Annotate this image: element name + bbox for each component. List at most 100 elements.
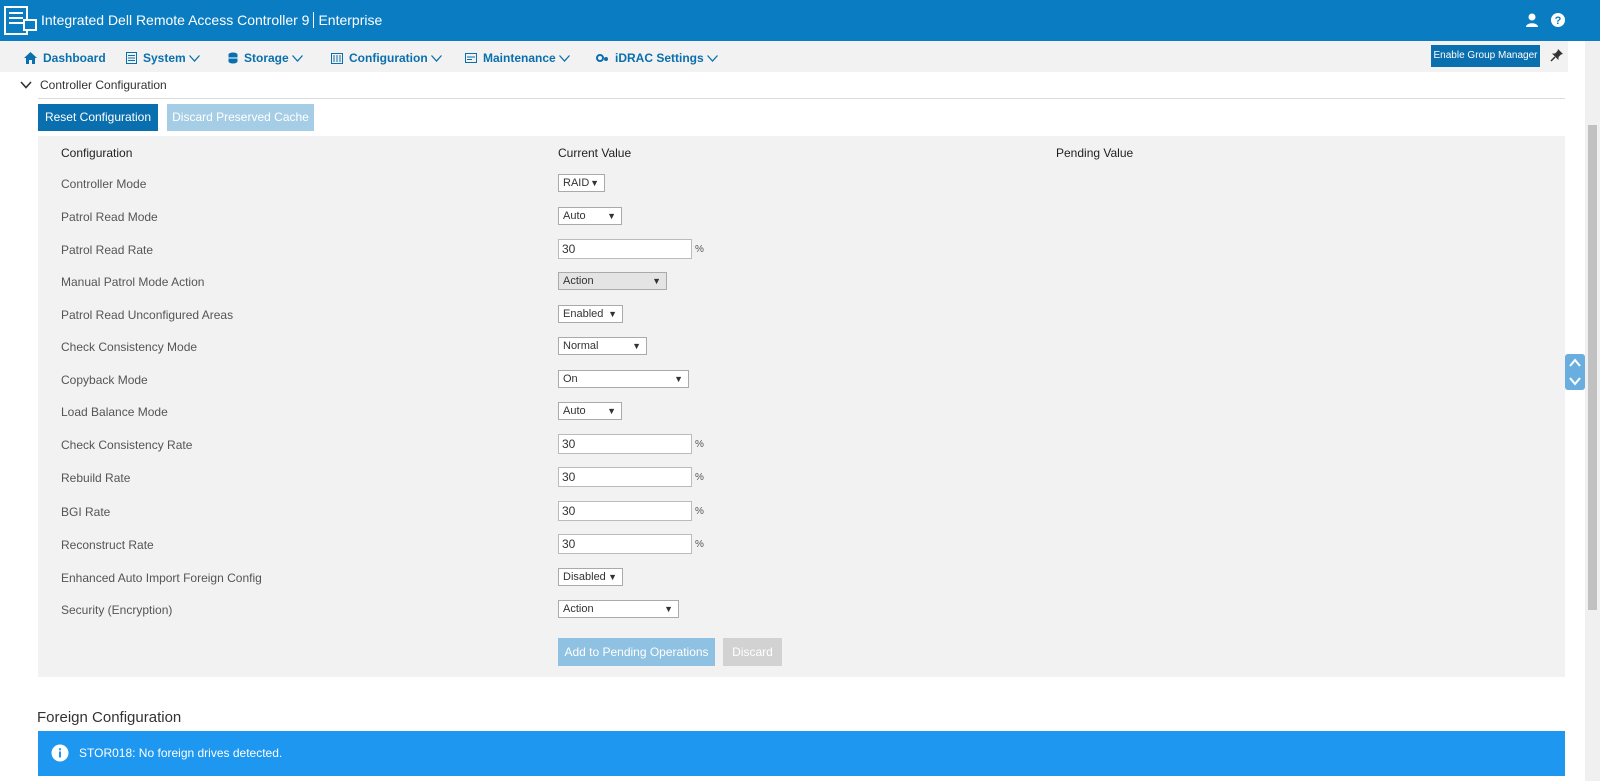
percent-unit: % — [695, 506, 704, 517]
label-rebuild-rate: Rebuild Rate — [61, 471, 131, 485]
nav-storage-label: Storage — [244, 51, 289, 65]
nav-maintenance-label: Maintenance — [483, 51, 556, 65]
nav-dashboard[interactable]: Dashboard — [24, 51, 106, 65]
maintenance-icon — [465, 53, 477, 63]
app-title: Integrated Dell Remote Access Controller… — [41, 12, 382, 28]
rebuild-rate-input[interactable]: 30 — [558, 467, 692, 487]
dropdown-arrow-icon: ▼ — [607, 406, 616, 416]
enhanced-auto-import-value: Disabled — [563, 571, 606, 583]
config-icon — [331, 52, 343, 64]
scroll-down-icon[interactable] — [1569, 376, 1581, 386]
label-reconstruct-rate: Reconstruct Rate — [61, 538, 154, 552]
controller-config-title: Controller Configuration — [40, 78, 167, 92]
product-name: Integrated Dell Remote Access Controller… — [41, 12, 310, 28]
controller-mode-value: RAID — [563, 177, 590, 189]
help-icon[interactable]: ? — [1550, 12, 1566, 28]
dropdown-arrow-icon: ▼ — [674, 374, 683, 384]
product-edition: Enterprise — [318, 12, 383, 28]
chevron-down-icon — [430, 54, 442, 62]
database-icon — [228, 52, 238, 64]
label-check-consistency-mode: Check Consistency Mode — [61, 340, 198, 354]
label-security-encryption: Security (Encryption) — [61, 603, 173, 617]
percent-unit: % — [695, 472, 704, 483]
label-bgi-rate: BGI Rate — [61, 505, 111, 519]
user-icon[interactable] — [1524, 12, 1540, 28]
page-scroll-widget[interactable] — [1565, 354, 1585, 390]
label-check-consistency-rate: Check Consistency Rate — [61, 438, 193, 452]
title-separator — [313, 12, 315, 28]
label-patrol-read-rate: Patrol Read Rate — [61, 243, 154, 257]
info-icon — [51, 744, 69, 762]
pin-icon[interactable] — [1550, 48, 1564, 62]
bgi-rate-input[interactable]: 30 — [558, 501, 692, 521]
copyback-mode-value: On — [563, 373, 578, 385]
percent-unit: % — [695, 539, 704, 550]
column-header-configuration: Configuration — [61, 146, 133, 160]
add-to-pending-operations-button[interactable]: Add to Pending Operations — [558, 638, 715, 666]
section-divider — [38, 98, 1565, 99]
security-encryption-value: Action — [563, 603, 594, 615]
check-consistency-mode-select[interactable]: Normal ▼ — [558, 337, 647, 355]
patrol-read-unconfigured-areas-select[interactable]: Enabled ▼ — [558, 305, 623, 323]
dropdown-arrow-icon: ▼ — [590, 178, 599, 188]
patrol-read-unconfigured-areas-value: Enabled — [563, 308, 604, 320]
chevron-down-icon — [291, 54, 303, 62]
label-enhanced-auto-import-foreign-config: Enhanced Auto Import Foreign Config — [61, 571, 262, 585]
foreign-config-title: Foreign Configuration — [37, 709, 182, 726]
percent-unit: % — [695, 439, 704, 450]
controller-mode-select[interactable]: RAID ▼ — [558, 174, 605, 192]
server-icon — [126, 52, 137, 64]
dropdown-arrow-icon: ▼ — [652, 276, 661, 286]
column-header-pending-value: Pending Value — [1056, 146, 1134, 160]
percent-unit: % — [695, 244, 704, 255]
patrol-read-mode-select[interactable]: Auto ▼ — [558, 207, 622, 225]
top-header-bar: Integrated Dell Remote Access Controller… — [0, 0, 1600, 41]
reset-configuration-button[interactable]: Reset Configuration — [38, 104, 158, 131]
patrol-read-mode-value: Auto — [563, 210, 586, 222]
check-consistency-rate-input[interactable]: 30 — [558, 434, 692, 454]
label-patrol-read-mode: Patrol Read Mode — [61, 210, 158, 224]
check-consistency-mode-value: Normal — [563, 340, 599, 352]
nav-system[interactable]: System — [126, 51, 200, 65]
security-encryption-select[interactable]: Action ▼ — [558, 600, 679, 618]
chevron-down-icon — [706, 54, 718, 62]
nav-configuration-label: Configuration — [349, 51, 428, 65]
nav-storage[interactable]: Storage — [228, 51, 303, 65]
load-balance-mode-select[interactable]: Auto ▼ — [558, 402, 622, 420]
dropdown-arrow-icon: ▼ — [608, 309, 617, 319]
controller-config-toggle[interactable]: Controller Configuration — [20, 78, 167, 92]
controller-config-panel — [38, 136, 1565, 677]
patrol-read-rate-input[interactable]: 30 — [558, 239, 692, 259]
discard-preserved-cache-button[interactable]: Discard Preserved Cache — [167, 104, 314, 131]
load-balance-mode-value: Auto — [563, 405, 586, 417]
manual-patrol-mode-action-select[interactable]: Action ▼ — [558, 272, 667, 290]
label-patrol-read-unconfigured-areas: Patrol Read Unconfigured Areas — [61, 308, 234, 322]
nav-system-label: System — [143, 51, 186, 65]
foreign-config-info-bar: STOR018: No foreign drives detected. — [38, 731, 1565, 776]
idrac-logo-icon — [4, 6, 37, 35]
nav-idrac-settings[interactable]: iDRAC Settings — [596, 51, 718, 65]
reconstruct-rate-input[interactable]: 30 — [558, 534, 692, 554]
chevron-down-icon — [188, 54, 200, 62]
chevron-down-icon — [20, 81, 32, 89]
discard-button[interactable]: Discard — [723, 638, 782, 666]
manual-patrol-mode-action-value: Action — [563, 275, 594, 287]
dropdown-arrow-icon: ▼ — [632, 341, 641, 351]
nav-configuration[interactable]: Configuration — [331, 51, 442, 65]
column-header-current-value: Current Value — [558, 146, 632, 160]
dropdown-arrow-icon: ▼ — [608, 572, 617, 582]
label-load-balance-mode: Load Balance Mode — [61, 405, 168, 419]
scrollbar-thumb[interactable] — [1588, 125, 1597, 610]
label-controller-mode: Controller Mode — [61, 177, 147, 191]
svg-text:?: ? — [1555, 15, 1562, 27]
chevron-down-icon — [558, 54, 570, 62]
nav-idrac-settings-label: iDRAC Settings — [615, 51, 704, 65]
scroll-up-icon[interactable] — [1569, 358, 1581, 368]
foreign-config-message: STOR018: No foreign drives detected. — [79, 746, 283, 760]
copyback-mode-select[interactable]: On ▼ — [558, 370, 689, 388]
enhanced-auto-import-select[interactable]: Disabled ▼ — [558, 568, 623, 586]
home-icon — [24, 52, 37, 64]
gears-icon — [596, 54, 608, 62]
enable-group-manager-button[interactable]: Enable Group Manager — [1431, 45, 1540, 67]
nav-maintenance[interactable]: Maintenance — [465, 51, 570, 65]
